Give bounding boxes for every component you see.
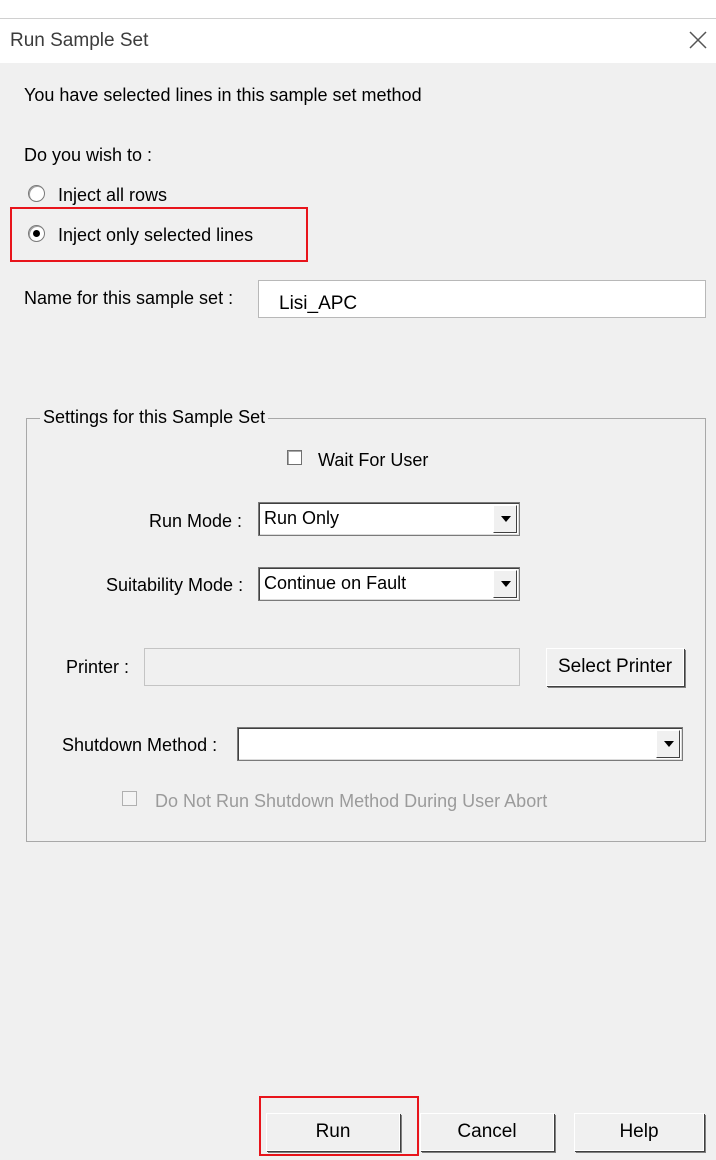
settings-groupbox xyxy=(26,418,706,842)
dialog-title: Run Sample Set xyxy=(10,30,149,51)
dropdown-arrow-icon[interactable] xyxy=(493,505,517,533)
radio-inject-all-rows-label[interactable]: Inject all rows xyxy=(58,184,167,206)
highlight-box-run-button xyxy=(259,1096,419,1156)
run-mode-select[interactable]: Run Only xyxy=(258,502,520,536)
dropdown-arrow-icon[interactable] xyxy=(656,730,680,758)
suitability-mode-label: Suitability Mode : xyxy=(106,575,244,595)
shutdown-method-select[interactable] xyxy=(237,727,683,761)
no-shutdown-abort-label: Do Not Run Shutdown Method During User A… xyxy=(155,791,548,811)
wait-for-user-label[interactable]: Wait For User xyxy=(318,449,428,471)
shutdown-method-label: Shutdown Method : xyxy=(62,735,218,755)
wait-for-user-checkbox[interactable] xyxy=(287,450,302,465)
select-printer-button[interactable]: Select Printer xyxy=(546,648,684,686)
close-icon[interactable] xyxy=(686,28,710,52)
dropdown-arrow-icon[interactable] xyxy=(493,570,517,598)
radio-inject-all-rows[interactable] xyxy=(28,185,45,202)
no-shutdown-abort-checkbox xyxy=(122,791,137,806)
name-label: Name for this sample set : xyxy=(24,288,234,308)
sample-set-name-input[interactable]: Lisi_APC xyxy=(258,280,706,318)
highlight-box-selected-option xyxy=(10,207,308,262)
run-mode-label: Run Mode : xyxy=(149,511,243,531)
run-mode-value: Run Only xyxy=(264,508,340,528)
sample-set-name-value: Lisi_APC xyxy=(279,293,358,314)
help-button[interactable]: Help xyxy=(574,1113,704,1151)
cancel-button[interactable]: Cancel xyxy=(420,1113,554,1151)
question-text: Do you wish to : xyxy=(24,145,153,165)
suitability-mode-value: Continue on Fault xyxy=(264,573,407,593)
settings-group-title: Settings for this Sample Set xyxy=(40,406,269,428)
message-text: You have selected lines in this sample s… xyxy=(24,85,422,105)
printer-label: Printer : xyxy=(66,657,130,677)
suitability-mode-select[interactable]: Continue on Fault xyxy=(258,567,520,601)
printer-input xyxy=(144,648,520,686)
background-window-strip xyxy=(0,0,716,19)
